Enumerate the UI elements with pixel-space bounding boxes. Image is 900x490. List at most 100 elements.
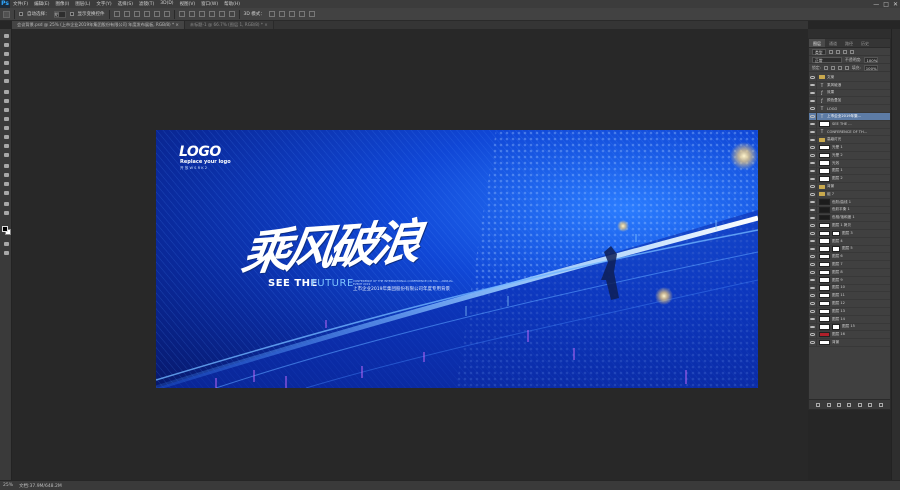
tab-document-active[interactable]: 会议背景.psd @ 25% (上市企业2019年集团股份有限公司 年度发布展板… <box>12 21 185 29</box>
layer-row[interactable]: 光晕 2 <box>809 151 890 160</box>
layer-row[interactable]: 图层 10 <box>809 284 890 293</box>
drag-3d-icon[interactable] <box>288 11 295 17</box>
menu-item[interactable]: 文字(Y) <box>93 1 114 7</box>
visibility-eye-icon[interactable] <box>809 268 817 276</box>
align-left-icon[interactable] <box>143 11 150 17</box>
layer-row[interactable]: 图层 14 <box>809 315 890 324</box>
fill-input[interactable]: 100% <box>863 64 878 71</box>
tab-history[interactable]: 历史 <box>857 39 873 47</box>
visibility-eye-icon[interactable] <box>809 136 817 144</box>
layer-row[interactable]: T CONFERENCE OF TH... <box>809 128 890 137</box>
menu-item[interactable]: 编辑(E) <box>31 1 52 7</box>
distribute-middle-icon[interactable] <box>188 11 195 17</box>
align-top-icon[interactable] <box>113 11 120 17</box>
visibility-eye-icon[interactable] <box>809 89 817 97</box>
type-tool-icon[interactable] <box>2 172 10 178</box>
move-tool-preset-icon[interactable] <box>3 10 10 18</box>
zoom-tool-icon[interactable] <box>2 210 10 216</box>
distribute-top-icon[interactable] <box>178 11 185 17</box>
menu-item[interactable]: 图层(L) <box>72 1 93 7</box>
layer-row[interactable]: 图层 4 <box>809 237 890 246</box>
brush-tool-icon[interactable] <box>2 98 10 104</box>
layer-row[interactable]: 图层 7 <box>809 261 890 269</box>
distribute-center-icon[interactable] <box>218 11 225 17</box>
layer-row[interactable]: 图层 12 <box>809 300 890 308</box>
visibility-eye-icon[interactable] <box>809 315 817 323</box>
path-select-tool-icon[interactable] <box>2 181 10 187</box>
distribute-bottom-icon[interactable] <box>198 11 205 17</box>
visibility-eye-icon[interactable] <box>809 112 817 120</box>
visibility-eye-icon[interactable] <box>809 237 817 245</box>
add-mask-icon[interactable] <box>837 402 842 407</box>
layer-mask-thumbnail[interactable] <box>832 230 840 237</box>
layer-row[interactable]: 背景 <box>809 183 890 191</box>
layer-row[interactable]: T 乘风破浪 <box>809 81 890 90</box>
align-center-icon[interactable] <box>153 11 160 17</box>
pen-tool-icon[interactable] <box>2 163 10 169</box>
layer-row[interactable]: SEE THE ... <box>809 120 890 129</box>
panel-collapse-strip[interactable] <box>891 29 900 480</box>
layer-row[interactable]: 图层 6 <box>809 253 890 262</box>
visibility-eye-icon[interactable] <box>809 339 817 346</box>
layer-row[interactable]: 色彩平衡 1 <box>809 206 890 215</box>
visibility-eye-icon[interactable] <box>809 284 817 292</box>
menu-item[interactable]: 选择(S) <box>115 1 136 7</box>
visibility-eye-icon[interactable] <box>809 222 817 230</box>
layer-row[interactable]: 图层 16 <box>809 331 890 340</box>
visibility-eye-icon[interactable] <box>809 190 817 198</box>
visibility-eye-icon[interactable] <box>809 300 817 308</box>
panel-dock-header[interactable] <box>808 29 891 38</box>
hand-tool-icon[interactable] <box>2 201 10 207</box>
visibility-eye-icon[interactable] <box>809 105 817 113</box>
layer-row[interactable]: T 上市企业2019年集... <box>809 112 890 121</box>
maximize-icon[interactable]: □ <box>883 1 889 8</box>
lock-transparent-icon[interactable] <box>823 65 828 70</box>
shape-tool-icon[interactable] <box>2 190 10 196</box>
marquee-tool-icon[interactable] <box>2 42 10 48</box>
close-icon[interactable]: ✕ <box>893 1 898 8</box>
visibility-eye-icon[interactable] <box>809 128 817 136</box>
visibility-eye-icon[interactable] <box>809 229 817 237</box>
quick-mask-icon[interactable] <box>2 241 10 247</box>
adjustment-layer-icon[interactable] <box>847 402 852 407</box>
visibility-eye-icon[interactable] <box>809 206 817 214</box>
layer-row[interactable]: ƒ 效果 <box>809 89 890 98</box>
filter-shape-icon[interactable] <box>849 49 854 54</box>
visibility-eye-icon[interactable] <box>809 74 817 81</box>
layer-row[interactable]: ƒ 颜色叠加 <box>809 97 890 106</box>
menu-item[interactable]: 图像(I) <box>52 1 72 7</box>
minimize-icon[interactable]: — <box>873 1 879 8</box>
layer-mask-thumbnail[interactable] <box>832 324 840 330</box>
visibility-eye-icon[interactable] <box>809 307 817 315</box>
link-layers-icon[interactable] <box>816 402 821 407</box>
layer-row[interactable]: T LOGO <box>809 105 890 113</box>
history-brush-tool-icon[interactable] <box>2 116 10 122</box>
visibility-eye-icon[interactable] <box>809 276 817 284</box>
foreground-color-swatch[interactable] <box>2 226 8 232</box>
slide-3d-icon[interactable] <box>298 11 305 17</box>
layer-mask-thumbnail[interactable] <box>832 246 840 252</box>
canvas-area[interactable]: LOGO Replace your logo 开 放 W S R K 2 乘风破… <box>12 29 808 480</box>
visibility-eye-icon[interactable] <box>809 144 817 152</box>
dodge-tool-icon[interactable] <box>2 152 10 158</box>
layer-row[interactable]: 图层 3 <box>809 229 890 238</box>
visibility-eye-icon[interactable] <box>809 120 817 128</box>
layer-row[interactable]: 图层 13 <box>809 307 890 316</box>
visibility-eye-icon[interactable] <box>809 167 817 175</box>
eyedropper-tool-icon[interactable] <box>2 78 10 84</box>
blur-tool-icon[interactable] <box>2 143 10 149</box>
layer-row[interactable]: 光效 <box>809 159 890 168</box>
delete-layer-icon[interactable] <box>878 402 883 407</box>
distribute-right-icon[interactable] <box>228 11 235 17</box>
filter-type-icon[interactable] <box>842 49 847 54</box>
layer-row[interactable]: 图层 15 <box>809 323 890 332</box>
tab-channels[interactable]: 通道 <box>825 39 841 47</box>
align-right-icon[interactable] <box>163 11 170 17</box>
filter-pixel-icon[interactable] <box>828 49 833 54</box>
tab-document-untitled[interactable]: 未标题-1 @ 66.7% (图层 1, RGB/8) * × <box>184 21 274 29</box>
new-group-icon[interactable] <box>857 402 862 407</box>
align-bottom-icon[interactable] <box>133 11 140 17</box>
layer-row[interactable]: 光晕 1 <box>809 144 890 152</box>
visibility-eye-icon[interactable] <box>809 323 817 331</box>
rotate-3d-icon[interactable] <box>268 11 275 17</box>
